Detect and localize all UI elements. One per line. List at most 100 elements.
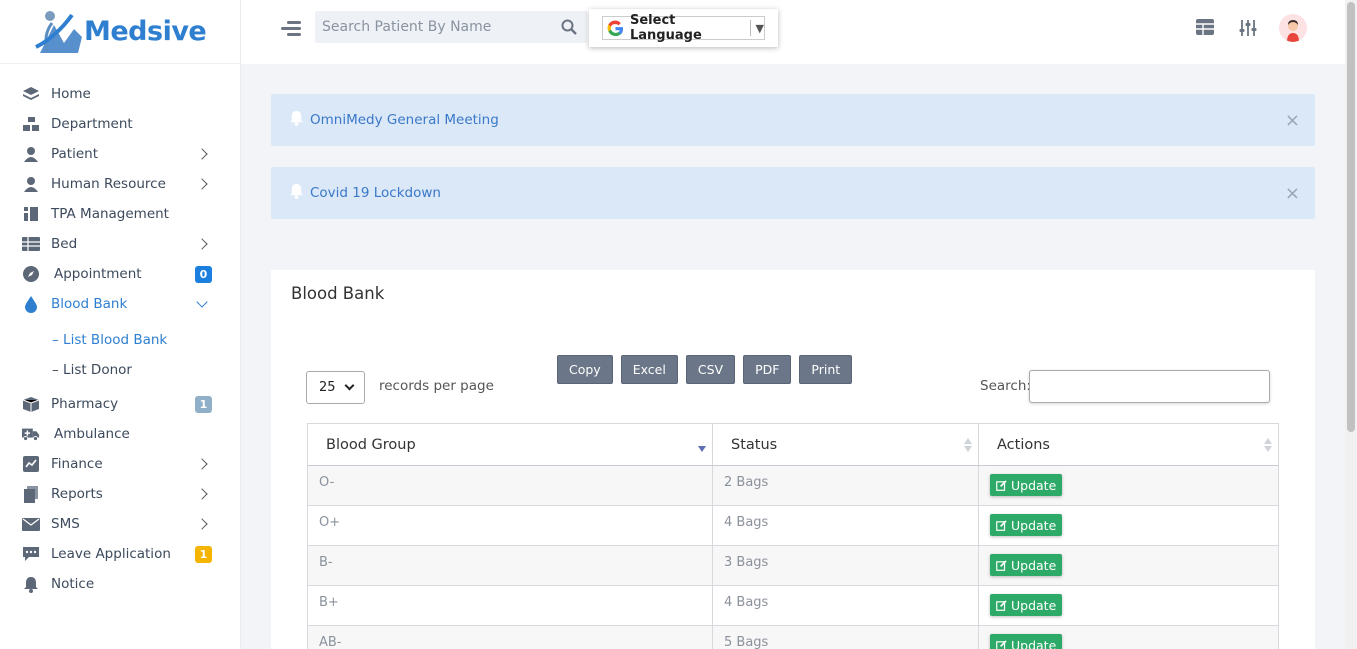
sort-icon xyxy=(964,438,972,452)
records-per-page-value: 25 xyxy=(319,380,336,395)
blood-bank-submenu: – List Blood Bank – List Donor xyxy=(0,319,240,389)
sidebar-item-label: Department xyxy=(51,116,133,132)
copy-button[interactable]: Copy xyxy=(557,355,613,384)
chevron-down-icon xyxy=(196,296,208,308)
sidebar-item-reports[interactable]: Reports xyxy=(0,479,240,509)
leave-count-badge: 1 xyxy=(195,545,212,563)
sidebar-item-ambulance[interactable]: Ambulance xyxy=(0,419,240,449)
settings-sliders-icon[interactable] xyxy=(1238,18,1260,40)
sidebar-item-label: Reports xyxy=(51,486,103,502)
compass-icon xyxy=(22,265,40,283)
sidebar: Medsive Home Department Patient Human Re… xyxy=(0,0,241,649)
alert-text: OmniMedy General Meeting xyxy=(310,112,499,128)
user-icon xyxy=(22,145,40,163)
sidebar-item-list-donor[interactable]: – List Donor xyxy=(52,355,240,385)
sidebar-item-blood-bank[interactable]: Blood Bank xyxy=(0,289,240,319)
print-button[interactable]: Print xyxy=(799,355,853,384)
box-icon xyxy=(22,395,40,413)
excel-button[interactable]: Excel xyxy=(620,355,678,384)
actions-cell: Update xyxy=(978,505,1279,546)
sidebar-item-list-blood-bank[interactable]: – List Blood Bank xyxy=(52,325,240,355)
sidebar-item-label: Appointment xyxy=(54,266,142,282)
sidebar-item-department[interactable]: Department xyxy=(0,109,240,139)
sidebar-item-leave-application[interactable]: Leave Application 1 xyxy=(0,539,240,569)
sidebar-item-patient[interactable]: Patient xyxy=(0,139,240,169)
sidebar-item-label: Human Resource xyxy=(51,176,166,192)
hamburger-menu-icon[interactable] xyxy=(281,20,301,36)
user-avatar[interactable] xyxy=(1279,14,1307,42)
blood-group-cell: O+ xyxy=(307,505,713,546)
table-row: O+ 4 Bags Update xyxy=(307,505,1279,546)
sitemap-icon xyxy=(22,115,40,133)
sidebar-item-finance[interactable]: Finance xyxy=(0,449,240,479)
sidebar-item-label: Pharmacy xyxy=(51,396,119,412)
column-header-actions[interactable]: Actions xyxy=(978,423,1279,466)
bell-icon xyxy=(22,575,40,593)
sidebar-item-label: Ambulance xyxy=(54,426,130,442)
sidebar-item-bed[interactable]: Bed xyxy=(0,229,240,259)
close-icon[interactable]: × xyxy=(1285,110,1300,131)
update-button[interactable]: Update xyxy=(990,514,1063,536)
chevron-right-icon xyxy=(196,488,208,500)
chevron-right-icon xyxy=(196,458,208,470)
google-g-icon xyxy=(607,20,624,37)
status-cell: 5 Bags xyxy=(712,625,979,649)
patient-search xyxy=(315,11,587,43)
actions-cell: Update xyxy=(978,465,1279,506)
update-button[interactable]: Update xyxy=(990,594,1063,616)
chevron-right-icon xyxy=(196,238,208,250)
sidebar-item-appointment[interactable]: Appointment 0 xyxy=(0,259,240,289)
table-row: B+ 4 Bags Update xyxy=(307,585,1279,626)
layers-icon xyxy=(22,85,40,103)
close-icon[interactable]: × xyxy=(1285,183,1300,204)
actions-cell: Update xyxy=(978,585,1279,626)
blood-group-cell: O- xyxy=(307,465,713,506)
bell-icon xyxy=(289,183,304,203)
sidebar-item-tpa-management[interactable]: TPA Management xyxy=(0,199,240,229)
update-button[interactable]: Update xyxy=(990,474,1063,496)
column-header-blood-group[interactable]: Blood Group xyxy=(307,423,713,466)
actions-cell: Update xyxy=(978,545,1279,586)
actions-cell: Update xyxy=(978,625,1279,649)
bell-icon xyxy=(289,110,304,130)
pharmacy-count-badge: 1 xyxy=(195,395,212,413)
sidebar-item-label: SMS xyxy=(51,516,80,532)
sort-icon xyxy=(1264,438,1272,452)
edit-icon xyxy=(996,599,1007,611)
status-cell: 4 Bags xyxy=(712,585,979,626)
edit-icon xyxy=(996,639,1007,649)
logo[interactable]: Medsive xyxy=(0,0,240,64)
brand-name: Medsive xyxy=(84,16,207,47)
language-select[interactable]: Select Language ▼ xyxy=(602,13,765,43)
appointment-count-badge: 0 xyxy=(195,265,212,283)
blood-group-cell: AB- xyxy=(307,625,713,649)
blood-group-cell: B- xyxy=(307,545,713,586)
page-scrollbar[interactable] xyxy=(1345,0,1357,649)
sidebar-item-human-resource[interactable]: Human Resource xyxy=(0,169,240,199)
update-button[interactable]: Update xyxy=(990,554,1063,576)
sidebar-item-notice[interactable]: Notice xyxy=(0,569,240,599)
google-translate-widget: Select Language ▼ xyxy=(589,9,778,47)
logo-icon xyxy=(34,7,86,57)
table-row: B- 3 Bags Update xyxy=(307,545,1279,586)
update-button[interactable]: Update xyxy=(990,634,1063,649)
column-header-status[interactable]: Status xyxy=(712,423,979,466)
sidebar-item-sms[interactable]: SMS xyxy=(0,509,240,539)
sidebar-item-home[interactable]: Home xyxy=(0,79,240,109)
records-per-page-label: records per page xyxy=(379,378,494,394)
table-search-input[interactable] xyxy=(1029,370,1270,403)
grid-view-icon[interactable] xyxy=(1195,18,1217,40)
chart-icon xyxy=(22,455,40,473)
sidebar-item-label: TPA Management xyxy=(51,206,169,222)
card-title: Blood Bank xyxy=(291,284,385,303)
alert-text: Covid 19 Lockdown xyxy=(310,185,441,201)
notice-alert: OmniMedy General Meeting × xyxy=(271,94,1315,146)
search-icon[interactable] xyxy=(551,19,587,35)
edit-icon xyxy=(996,559,1007,571)
records-per-page-select[interactable]: 25 xyxy=(306,371,365,404)
csv-button[interactable]: CSV xyxy=(685,355,736,384)
pdf-button[interactable]: PDF xyxy=(743,355,792,384)
blood-bank-table: Blood Group Status Actions O- 2 Bags Upd… xyxy=(307,423,1279,649)
patient-search-input[interactable] xyxy=(315,11,551,43)
sidebar-item-pharmacy[interactable]: Pharmacy 1 xyxy=(0,389,240,419)
